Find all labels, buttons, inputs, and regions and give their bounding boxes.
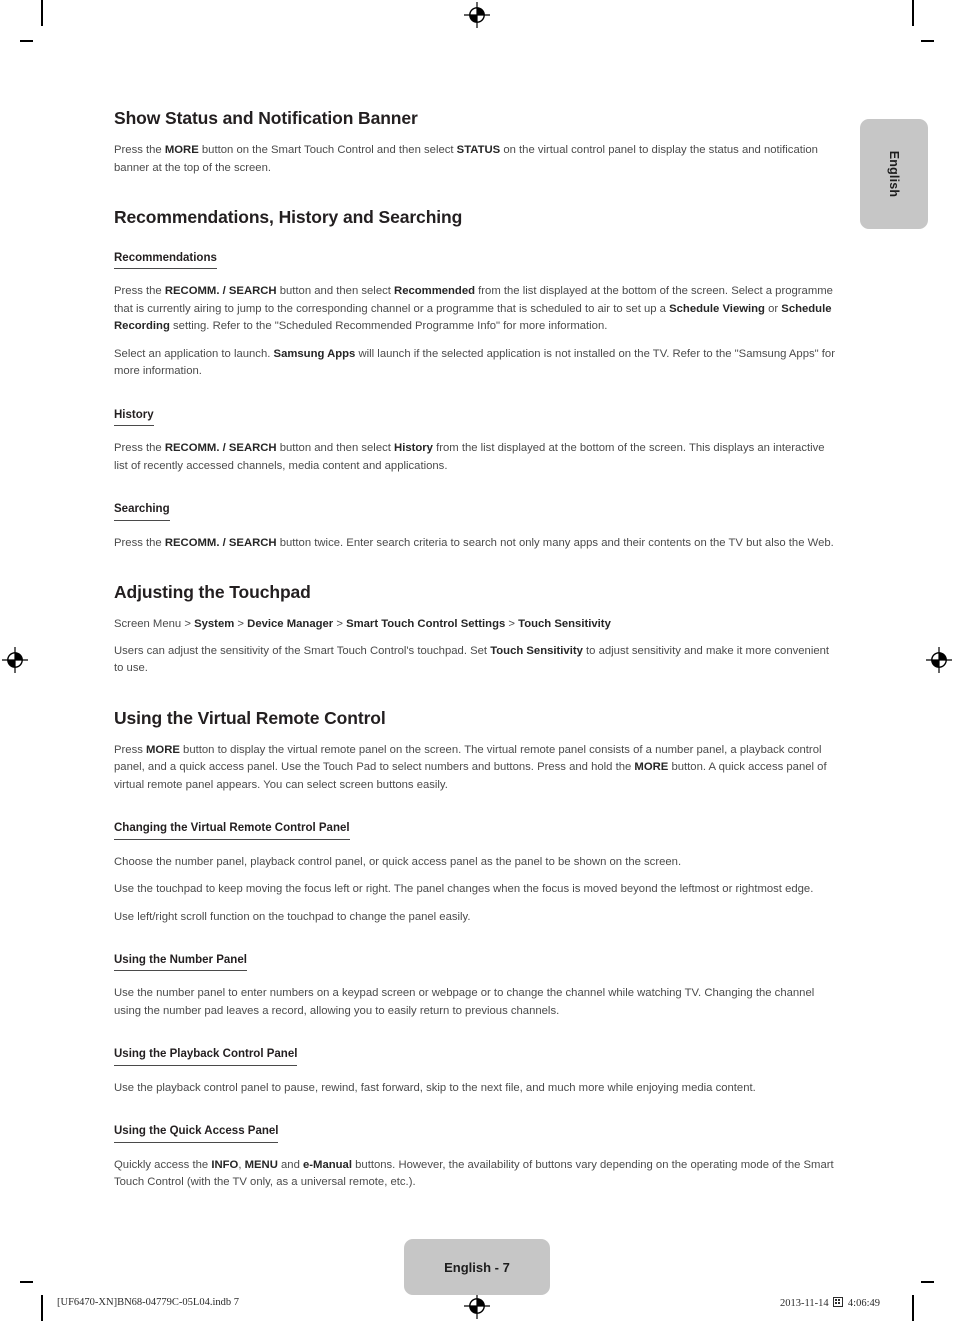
subsection-heading-quick-access-panel: Using the Quick Access Panel [114,1124,279,1143]
subsection-heading-number-panel: Using the Number Panel [114,953,247,972]
crop-mark-bottom-left-horizontal [20,1281,33,1283]
crop-mark-bottom-right-horizontal [921,1281,934,1283]
registration-mark-bottom [464,1293,490,1319]
crop-mark-top-right-vertical [912,0,914,26]
section-title-show-status: Show Status and Notification Banner [114,108,418,128]
paragraph-recommendations-2: Select an application to launch. Samsung… [114,347,835,378]
subsection-history: History Press the RECOMM. / SEARCH butto… [114,405,840,475]
missing-glyph-icon [833,1297,844,1307]
subsection-heading-searching: Searching [114,502,170,521]
registration-mark-left [2,647,28,673]
section-title-virtual-remote: Using the Virtual Remote Control [114,707,386,728]
crop-mark-top-left-vertical [41,0,43,26]
paragraph-quick-access-panel: Quickly access the INFO, MENU and e-Manu… [114,1158,834,1189]
section-title-recommendations: Recommendations, History and Searching [114,207,463,227]
paragraph-changing-panel-1: Choose the number panel, playback contro… [114,855,682,868]
subsection-heading-playback-panel: Using the Playback Control Panel [114,1047,298,1066]
crop-mark-bottom-right-vertical [912,1295,914,1321]
subsection-heading-recommendations: Recommendations [114,251,217,270]
crop-mark-top-left-horizontal [20,40,33,42]
paragraph-adjusting-touchpad: Users can adjust the sensitivity of the … [114,644,830,675]
paragraph-virtual-remote: Press MORE button to display the virtual… [114,743,827,791]
subsection-heading-changing-panel: Changing the Virtual Remote Control Pane… [114,821,350,840]
subsection-quick-access-panel: Using the Quick Access Panel Quickly acc… [114,1121,840,1191]
subsection-changing-panel: Changing the Virtual Remote Control Pane… [114,818,840,926]
paragraph-recommendations-1: Press the RECOMM. / SEARCH button and th… [114,285,833,333]
subsection-number-panel: Using the Number Panel Use the number pa… [114,950,840,1020]
paragraph-changing-panel-3: Use left/right scroll function on the to… [114,910,471,923]
registration-mark-top [464,2,490,28]
subsection-playback-panel: Using the Playback Control Panel Use the… [114,1044,840,1097]
page-content: Show Status and Notification Banner Pres… [114,108,840,1192]
registration-mark-right [926,647,952,673]
paragraph-searching: Press the RECOMM. / SEARCH button twice.… [114,536,834,549]
page-number-label: English - 7 [444,1259,510,1275]
print-time: 4:06:49 [847,1298,880,1309]
paragraph-number-panel: Use the number panel to enter numbers on… [114,987,815,1017]
paragraph-changing-panel-2: Use the touchpad to keep moving the focu… [114,883,814,895]
language-tab: English [860,119,928,229]
paragraph-history: Press the RECOMM. / SEARCH button and th… [114,442,825,472]
print-file-name: [UF6470-XN]BN68-04779C-05L04.indb 7 [57,1297,239,1308]
page-number-badge: English - 7 [404,1239,550,1295]
subsection-recommendations: Recommendations Press the RECOMM. / SEAR… [114,248,840,381]
menu-path-touch-sensitivity: Screen Menu > System > Device Manager > … [114,618,611,631]
print-date: 2013-11-14 [780,1298,829,1309]
print-timestamp: 2013-11-14 4:06:49 [780,1297,880,1309]
language-tab-label: English [887,150,901,198]
crop-mark-bottom-left-vertical [41,1295,43,1321]
subsection-searching: Searching Press the RECOMM. / SEARCH but… [114,499,840,552]
section-title-adjusting-touchpad: Adjusting the Touchpad [114,582,311,603]
paragraph-playback-panel: Use the playback control panel to pause,… [114,1081,756,1094]
paragraph-show-status: Press the MORE button on the Smart Touch… [114,144,818,174]
crop-mark-top-right-horizontal [921,40,934,42]
subsection-heading-history: History [114,408,154,427]
